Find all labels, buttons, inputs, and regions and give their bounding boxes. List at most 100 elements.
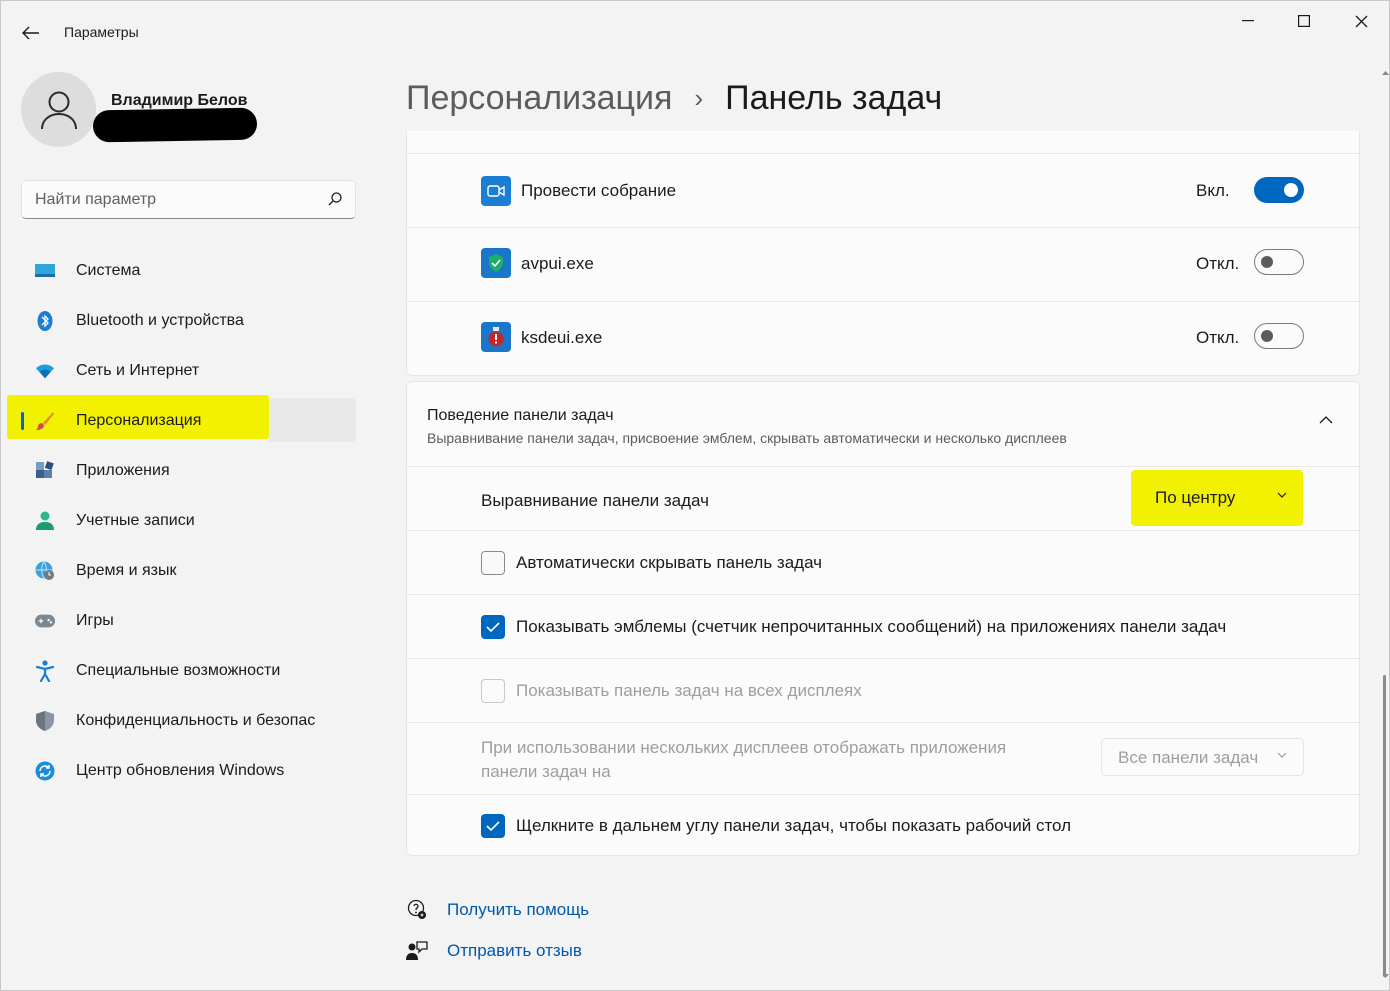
wifi-icon xyxy=(35,361,55,381)
sidebar-item-label: Игры xyxy=(76,612,114,629)
sidebar-item-apps[interactable]: Приложения xyxy=(21,448,356,494)
row-label: Показывать эмблемы (счетчик непрочитанны… xyxy=(516,617,1227,636)
badges-row: Показывать эмблемы (счетчик непрочитанны… xyxy=(407,594,1359,658)
avp-shield-icon xyxy=(481,248,511,278)
row-label: ksdeui.exe xyxy=(521,328,603,347)
toggle-state-label: Откл. xyxy=(1196,328,1240,347)
scroll-up-icon[interactable] xyxy=(1380,67,1390,77)
alignment-dropdown[interactable]: По центру xyxy=(1143,479,1303,517)
meet-now-toggle[interactable] xyxy=(1254,177,1304,203)
accessibility-icon xyxy=(35,660,55,682)
checkmark-icon xyxy=(486,821,500,831)
sidebar-item-label: Конфиденциальность и безопас xyxy=(76,712,316,729)
behaviors-header[interactable]: Поведение панели задач Выравнивание пане… xyxy=(407,382,1359,466)
list-item: ksdeui.exe Откл. xyxy=(407,301,1359,375)
multi-display-row: При использовании нескольких дисплеев от… xyxy=(407,722,1359,794)
shield-icon xyxy=(35,711,55,731)
send-feedback-label[interactable]: Отправить отзыв xyxy=(447,941,582,961)
breadcrumb-separator: › xyxy=(694,82,704,113)
sidebar-item-network[interactable]: Сеть и Интернет xyxy=(21,348,356,394)
sidebar-item-label: Время и язык xyxy=(76,562,177,579)
brush-icon xyxy=(35,411,55,431)
sidebar-item-label: Персонализация xyxy=(76,412,202,429)
minimize-button[interactable] xyxy=(1225,5,1271,37)
chevron-up-icon[interactable] xyxy=(1319,416,1333,424)
title-bar: Параметры xyxy=(1,1,1389,63)
search-icon[interactable] xyxy=(328,192,342,206)
all-displays-checkbox[interactable] xyxy=(481,679,505,703)
back-button[interactable] xyxy=(15,19,47,47)
sidebar-item-windows-update[interactable]: Центр обновления Windows xyxy=(21,748,356,794)
avatar[interactable] xyxy=(21,72,96,147)
toggle-state-label: Вкл. xyxy=(1196,181,1230,200)
row-label: Провести собрание xyxy=(521,181,677,200)
maximize-button[interactable] xyxy=(1281,5,1327,37)
sidebar-item-privacy[interactable]: Конфиденциальность и безопас xyxy=(21,698,356,744)
content-scroll-area[interactable]: Провести собрание Вкл. avpui.exe Откл. k… xyxy=(406,131,1361,991)
row-label: Показывать панель задач на всех дисплеях xyxy=(516,681,862,700)
update-icon xyxy=(35,761,55,781)
globe-clock-icon xyxy=(35,561,55,581)
sidebar-item-time-language[interactable]: Время и язык xyxy=(21,548,356,594)
search-input[interactable] xyxy=(35,189,315,211)
sidebar-item-label: Bluetooth и устройства xyxy=(76,312,244,329)
feedback-icon xyxy=(406,941,428,960)
sidebar-item-personalization[interactable]: Персонализация xyxy=(21,398,356,444)
page-title: Панель задач xyxy=(725,78,943,117)
breadcrumb-parent[interactable]: Персонализация xyxy=(406,79,672,118)
sidebar-item-label: Специальные возможности xyxy=(76,662,281,679)
scroll-down-icon[interactable] xyxy=(1380,971,1390,981)
sidebar-item-bluetooth[interactable]: Bluetooth и устройства xyxy=(21,298,356,344)
scrollbar[interactable] xyxy=(1380,63,1390,983)
gamepad-icon xyxy=(35,611,55,631)
minimize-icon xyxy=(1242,20,1254,22)
row-label: Автоматически скрывать панель задач xyxy=(516,553,823,572)
redacted-email xyxy=(92,107,258,143)
sidebar-item-gaming[interactable]: Игры xyxy=(21,598,356,644)
ksde-icon xyxy=(481,322,511,352)
section-title: Поведение панели задач xyxy=(427,407,614,424)
toggle-state-label: Откл. xyxy=(1196,254,1240,273)
maximize-icon xyxy=(1298,15,1310,27)
taskbar-behaviors-card: Поведение панели задач Выравнивание пане… xyxy=(406,381,1360,856)
dropdown-value: Все панели задач xyxy=(1118,748,1259,767)
auto-hide-row: Автоматически скрывать панель задач xyxy=(407,530,1359,594)
row-label: Щелкните в дальнем углу панели задач, чт… xyxy=(516,816,1072,835)
settings-window: Параметры Владимир Белов Найти параметр … xyxy=(0,0,1390,991)
sidebar-item-system[interactable]: Система xyxy=(21,248,356,294)
multi-display-dropdown[interactable]: Все панели задач xyxy=(1101,738,1304,776)
sidebar-item-label: Сеть и Интернет xyxy=(76,362,200,379)
all-displays-row: Показывать панель задач на всех дисплеях xyxy=(407,658,1359,722)
get-help-label[interactable]: Получить помощь xyxy=(447,900,589,920)
dropdown-value: По центру xyxy=(1155,488,1236,507)
sidebar-item-label: Учетные записи xyxy=(76,512,195,529)
person-icon xyxy=(40,91,77,129)
app-title: Параметры xyxy=(64,24,139,40)
auto-hide-checkbox[interactable] xyxy=(481,551,505,575)
apps-icon xyxy=(35,461,55,481)
close-icon xyxy=(1355,15,1367,27)
list-item: Провести собрание Вкл. xyxy=(407,153,1359,227)
far-corner-row: Щелкните в дальнем углу панели задач, чт… xyxy=(407,794,1359,856)
sidebar-item-label: Система xyxy=(76,262,141,279)
avpui-toggle[interactable] xyxy=(1254,249,1304,275)
breadcrumb: Персонализация › Панель задач xyxy=(406,73,942,123)
section-subtitle: Выравнивание панели задач, присвоение эм… xyxy=(427,430,1067,446)
scroll-thumb[interactable] xyxy=(1383,675,1386,977)
taskbar-corner-overflow-card: Провести собрание Вкл. avpui.exe Откл. k… xyxy=(406,131,1360,376)
sidebar-item-label: Центр обновления Windows xyxy=(76,762,285,779)
ksdeui-toggle[interactable] xyxy=(1254,323,1304,349)
close-button[interactable] xyxy=(1338,5,1384,37)
search-box[interactable] xyxy=(21,180,356,219)
sidebar-item-accounts[interactable]: Учетные записи xyxy=(21,498,356,544)
row-label: панели задач на xyxy=(481,762,611,781)
help-icon xyxy=(407,899,426,919)
person-icon xyxy=(35,511,55,531)
sidebar-item-accessibility[interactable]: Специальные возможности xyxy=(21,648,356,694)
badges-checkbox[interactable] xyxy=(481,615,505,639)
chevron-down-icon xyxy=(1277,492,1287,498)
row-label: Выравнивание панели задач xyxy=(481,491,709,510)
row-label: avpui.exe xyxy=(521,254,594,273)
far-corner-checkbox[interactable] xyxy=(481,814,505,838)
row-label: При использовании нескольких дисплеев от… xyxy=(481,738,1007,757)
